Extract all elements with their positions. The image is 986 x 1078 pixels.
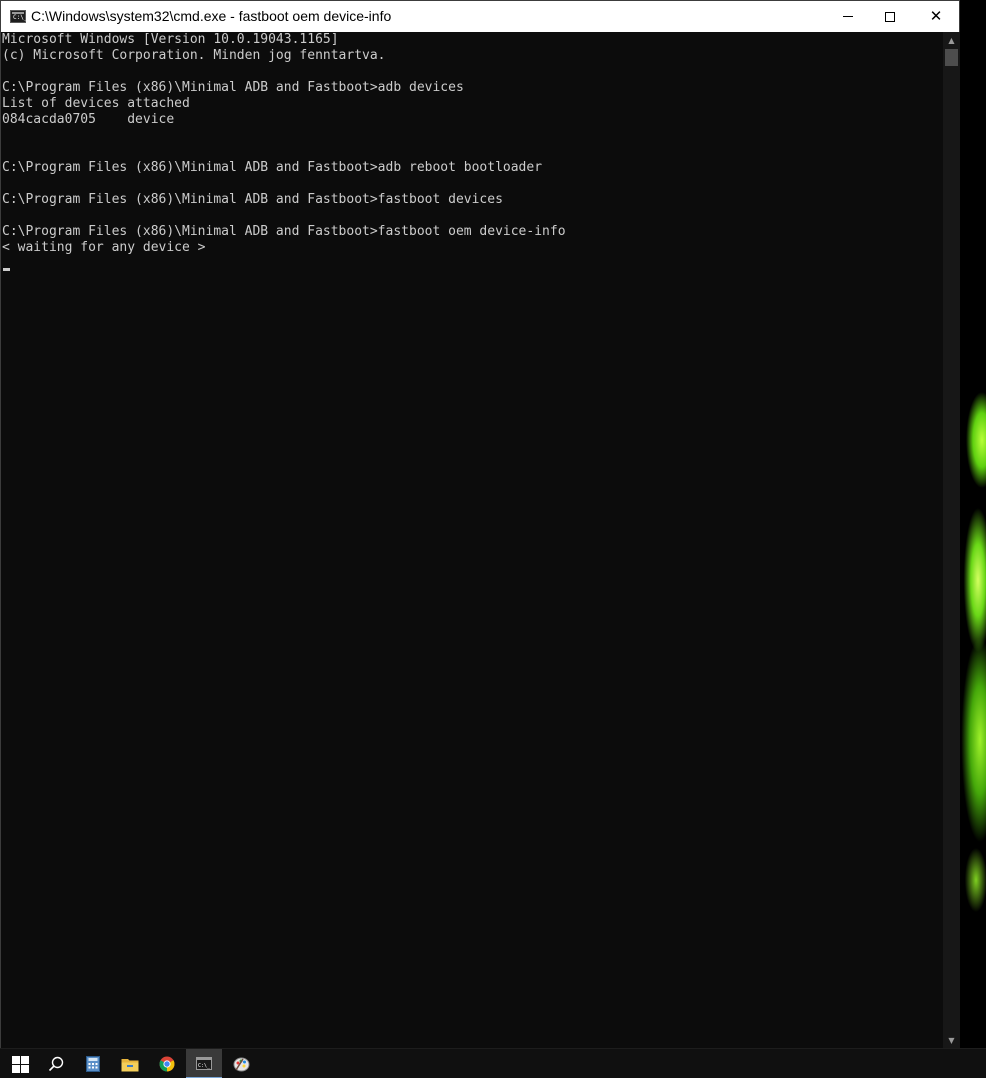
vertical-scrollbar[interactable]: ▲ ▼ — [943, 32, 960, 1049]
taskbar: C:\_ — [0, 1048, 986, 1078]
text-cursor — [3, 268, 10, 271]
svg-text:C:\_: C:\_ — [198, 1063, 211, 1069]
terminal-icon: C:\_ — [196, 1056, 212, 1070]
calculator-taskbar-button[interactable] — [75, 1049, 111, 1078]
console-text: Microsoft Windows [Version 10.0.19043.11… — [2, 32, 566, 256]
folder-icon — [121, 1058, 139, 1071]
console-output[interactable]: Microsoft Windows [Version 10.0.19043.11… — [1, 32, 943, 1049]
chrome-icon — [159, 1056, 175, 1072]
paint-taskbar-button[interactable] — [223, 1049, 259, 1078]
console-line: C:\Program Files (x86)\Minimal ADB and F… — [2, 160, 543, 175]
close-icon: ✕ — [929, 7, 943, 25]
maximize-icon — [885, 11, 895, 22]
close-button[interactable]: ✕ — [913, 1, 959, 32]
scroll-thumb[interactable] — [945, 49, 958, 66]
windows-logo-icon — [11, 1055, 29, 1073]
maximize-button[interactable] — [867, 1, 913, 32]
window-title: C:\Windows\system32\cmd.exe - fastboot o… — [31, 8, 392, 24]
wallpaper-green-splash — [958, 320, 986, 960]
minimize-icon — [843, 16, 853, 17]
cmd-window: C:\_ C:\Windows\system32\cmd.exe - fastb… — [0, 0, 960, 1050]
console-line: C:\Program Files (x86)\Minimal ADB and F… — [2, 224, 566, 239]
console-line: (c) Microsoft Corporation. Minden jog fe… — [2, 48, 386, 63]
chrome-taskbar-button[interactable] — [149, 1049, 185, 1078]
calculator-icon — [86, 1056, 100, 1072]
chevron-up-icon: ▲ — [948, 36, 955, 45]
file-explorer-taskbar-button[interactable] — [112, 1049, 148, 1078]
minimize-button[interactable] — [825, 1, 871, 32]
console-line: Microsoft Windows [Version 10.0.19043.11… — [2, 32, 339, 47]
console-line: C:\Program Files (x86)\Minimal ADB and F… — [2, 80, 464, 95]
console-line: 084cacda0705 device — [2, 112, 175, 127]
title-bar[interactable]: C:\_ C:\Windows\system32\cmd.exe - fastb… — [1, 1, 959, 32]
chevron-down-icon: ▼ — [948, 1036, 955, 1045]
search-button[interactable] — [38, 1049, 74, 1078]
search-icon — [48, 1056, 64, 1072]
scroll-up-button[interactable]: ▲ — [943, 32, 960, 49]
cmd-app-icon[interactable]: C:\_ — [10, 10, 27, 23]
console-line: List of devices attached — [2, 96, 190, 111]
scroll-down-button[interactable]: ▼ — [943, 1032, 960, 1049]
console-line: < waiting for any device > — [2, 240, 206, 255]
cmd-taskbar-button[interactable]: C:\_ — [186, 1049, 222, 1078]
console-line: C:\Program Files (x86)\Minimal ADB and F… — [2, 192, 503, 207]
start-button[interactable] — [0, 1049, 40, 1078]
palette-icon — [233, 1057, 249, 1072]
